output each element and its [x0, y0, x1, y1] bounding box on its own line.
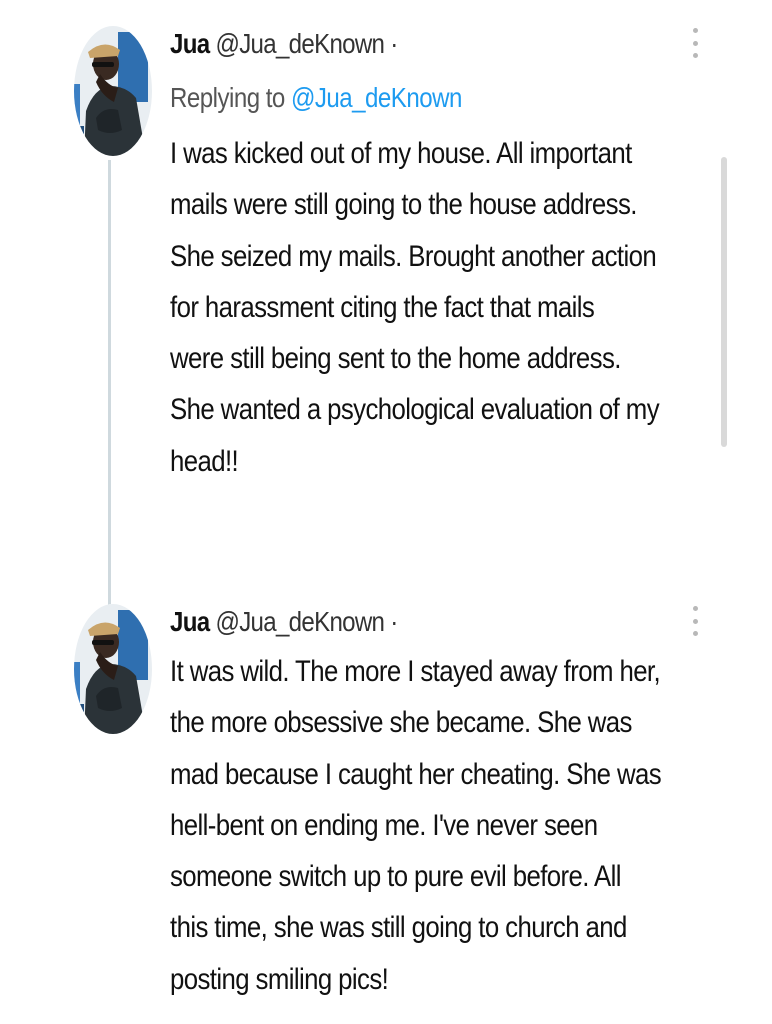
tweet-text: It was wild. The more I stayed away from… — [170, 646, 703, 1005]
tweet-text-line: She seized my mails. Brought another act… — [170, 239, 657, 273]
tweet-text-line: It was wild. The more I stayed away from… — [170, 655, 661, 688]
tweet-text-line: I was kicked out of my house. All import… — [170, 137, 632, 170]
replying-handle-link[interactable]: @Jua_deKnown — [291, 82, 462, 113]
tweet-text-line: She wanted a psychological evaluation of… — [170, 393, 660, 427]
display-name[interactable]: Jua — [170, 606, 210, 637]
vertical-ellipsis-icon[interactable] — [688, 606, 702, 636]
tweet-text-line: hell-bent on ending me. I've never seen — [170, 808, 598, 842]
replying-to: Replying to @Jua_deKnown — [170, 80, 462, 116]
tweet-text-line: for harassment citing the fact that mail… — [170, 290, 595, 324]
vertical-ellipsis-icon[interactable] — [688, 28, 702, 58]
tweet-text-line: someone switch up to pure evil before. A… — [170, 860, 621, 894]
avatar[interactable] — [74, 26, 152, 156]
tweet-text-line: mad because I caught her cheating. She w… — [170, 757, 662, 791]
separator-dot: · — [390, 28, 398, 59]
tweet-text: I was kicked out of my house. All import… — [170, 128, 703, 487]
avatar-image — [74, 604, 152, 734]
replying-label: Replying to — [170, 82, 285, 113]
tweet-header: Jua @Jua_deKnown · — [170, 604, 398, 640]
tweet-text-line: posting smiling pics! — [170, 962, 389, 996]
tweet-text-line: head!! — [170, 444, 239, 478]
tweet-text-line: mails were still going to the house addr… — [170, 188, 637, 222]
separator-dot: · — [390, 606, 398, 637]
user-handle[interactable]: @Jua_deKnown — [215, 606, 385, 637]
tweet-text-line: this time, she was still going to church… — [170, 911, 627, 945]
tweet-header: Jua @Jua_deKnown · — [170, 26, 398, 62]
thread-connector-line — [108, 160, 111, 605]
tweet-text-line: were still being sent to the home addres… — [170, 342, 621, 376]
avatar-image — [74, 26, 152, 156]
scrollbar[interactable] — [721, 157, 727, 447]
display-name[interactable]: Jua — [170, 28, 210, 59]
tweet-thread: Jua @Jua_deKnown · Replying to @Jua_deKn… — [0, 0, 772, 1024]
avatar[interactable] — [74, 604, 152, 734]
user-handle[interactable]: @Jua_deKnown — [215, 28, 385, 59]
tweet-text-line: the more obsessive she became. She was — [170, 706, 632, 740]
